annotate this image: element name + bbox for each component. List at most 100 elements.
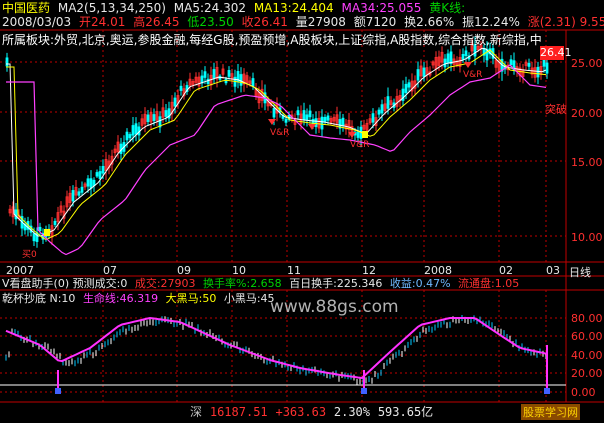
site-logo: 股票学习网 xyxy=(521,404,580,420)
candle-body xyxy=(443,58,447,68)
candle-body xyxy=(314,118,318,128)
signal-square xyxy=(362,131,368,138)
osc-tick-60: 60.00 xyxy=(571,330,603,343)
status-bar: 深 16187.51 +363.63 2.30% 593.65亿 xyxy=(190,405,433,419)
ma34-line xyxy=(6,64,547,256)
index-change: +363.63 xyxy=(275,405,327,419)
candle-body xyxy=(86,178,90,187)
candle-body xyxy=(128,134,132,139)
candle-body xyxy=(101,165,105,174)
ma-params: MA2(5,13,34,250) xyxy=(57,1,166,15)
ma-header: 中国医药 MA2(5,13,34,250) MA5:24.302 MA13:24… xyxy=(2,1,465,15)
watermark: www.88gs.com xyxy=(270,297,399,317)
candle-body xyxy=(89,178,93,189)
candle-body xyxy=(98,171,102,179)
change-pct-value: 9.55 xyxy=(579,15,604,29)
time-label: 07 xyxy=(103,264,117,277)
candle-body xyxy=(371,113,375,123)
osc-tick-20: 20.00 xyxy=(571,367,603,380)
candle-body xyxy=(206,78,210,85)
candle-body xyxy=(380,104,384,114)
float-shares: 流通盘:1.05 xyxy=(458,277,520,290)
candle-body xyxy=(5,57,9,67)
bottom-signal-marker xyxy=(361,388,367,394)
candle-body xyxy=(509,59,513,66)
hundred-day-turnover: 百日换手:225.346 xyxy=(289,277,383,290)
price-tick-25: 25.00 xyxy=(571,57,603,70)
turnover-value: 换2.66% xyxy=(404,15,455,29)
price-tick-15: 15.00 xyxy=(571,156,603,169)
osc-tick-80: 80.00 xyxy=(571,312,603,325)
candle-body xyxy=(212,69,216,79)
osc-tick-40: 40.00 xyxy=(571,349,603,362)
breakout-label: 突破 xyxy=(545,103,567,116)
time-label: 02 xyxy=(499,264,513,277)
candle-body xyxy=(323,117,327,123)
period-tab-daily[interactable]: 日线 xyxy=(569,264,591,280)
turnover-rate: 换手率%:2.658 xyxy=(203,277,282,290)
candle-body xyxy=(320,116,324,130)
candle-body xyxy=(305,114,309,121)
index-amount: 593.65亿 xyxy=(377,405,434,419)
candle-body xyxy=(302,110,306,120)
candle-body xyxy=(203,71,207,78)
candle-body xyxy=(239,74,243,86)
sector-list: 所属板块:外贸,北京,奥运,参股金融,每经G股,预盈预增,A股板块,上证综指,A… xyxy=(2,33,542,47)
yellow-k-line-label: 黄K线: xyxy=(429,1,466,15)
index-pct: 2.30% xyxy=(333,405,370,419)
candle-body xyxy=(77,191,81,196)
quote-header: 2008/03/03 开24.01 高26.45 低23.50 收26.41 量… xyxy=(2,15,604,29)
candle-body xyxy=(164,110,168,117)
high-value: 高26.45 xyxy=(133,15,180,29)
candle-body xyxy=(542,59,546,67)
candle-body xyxy=(545,62,549,74)
bottom-signal-marker xyxy=(55,388,61,394)
chart-canvas[interactable] xyxy=(0,0,604,423)
candle-body xyxy=(404,83,408,93)
candle-body xyxy=(461,54,465,60)
candle-body xyxy=(416,69,420,81)
candle-body xyxy=(179,85,183,91)
indicator2-name[interactable]: 乾杯抄底 N:10 xyxy=(2,292,75,305)
price-tick-20: 20.00 xyxy=(571,107,603,120)
signal-square xyxy=(44,229,50,236)
ma34-value: MA34:25.055 xyxy=(341,1,422,15)
osc-tick-0: 0.00 xyxy=(571,386,596,399)
stock-name[interactable]: 中国医药 xyxy=(2,1,50,15)
candle-body xyxy=(407,82,411,88)
sell-arrow xyxy=(268,119,276,125)
candle-body xyxy=(53,220,57,225)
candle-body xyxy=(527,62,531,67)
candle-body xyxy=(284,118,288,123)
candle-body xyxy=(32,233,36,242)
candle-body xyxy=(173,97,177,107)
close-value: 收26.41 xyxy=(241,15,288,29)
big-horse-value: 大黑马:50 xyxy=(165,292,217,305)
market-label: 深 xyxy=(190,405,203,419)
time-label: 11 xyxy=(287,264,301,277)
candle-body xyxy=(536,66,540,78)
candle-body xyxy=(446,53,450,63)
candle-body xyxy=(296,110,300,116)
sell-arrow xyxy=(464,62,472,68)
forecast-volume: 预测成交:0 xyxy=(72,277,128,290)
life-line-value: 生命线:46.319 xyxy=(82,292,159,305)
sell-marker-label: V&R xyxy=(350,140,370,150)
life-line xyxy=(5,316,547,380)
candle-body xyxy=(146,114,150,122)
candle-body xyxy=(38,226,42,232)
low-value: 低23.50 xyxy=(187,15,234,29)
candle-body xyxy=(134,123,138,135)
time-label: 09 xyxy=(177,264,191,277)
amplitude-value: 振12.24% xyxy=(462,15,520,29)
candle-body xyxy=(422,67,426,77)
deal-volume: 成交:27903 xyxy=(134,277,196,290)
sell-marker-label: V&R xyxy=(270,128,290,138)
time-label: 12 xyxy=(362,264,376,277)
candle-body xyxy=(326,115,330,121)
time-label: 10 xyxy=(232,264,246,277)
candle-body xyxy=(71,190,75,202)
open-value: 开24.01 xyxy=(79,15,126,29)
indicator1-name[interactable]: V看盘助手(0) xyxy=(2,277,69,290)
candle-body xyxy=(227,70,231,77)
